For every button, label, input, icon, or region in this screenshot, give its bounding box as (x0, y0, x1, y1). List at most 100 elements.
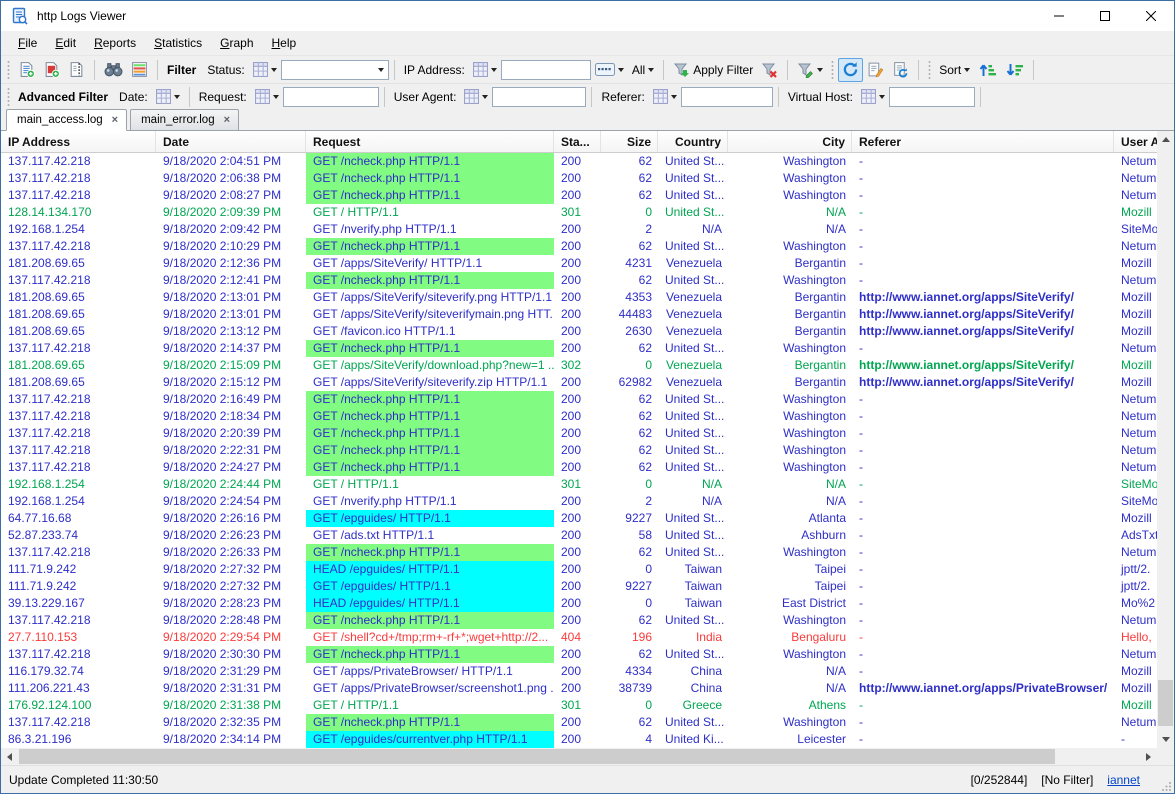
clear-filter-button[interactable] (757, 58, 782, 82)
minimize-button[interactable] (1036, 1, 1082, 31)
table-row[interactable]: 181.208.69.659/18/2020 2:13:01 PMGET /ap… (1, 289, 1157, 306)
table-row[interactable]: 181.208.69.659/18/2020 2:13:12 PMGET /fa… (1, 323, 1157, 340)
iannet-link[interactable]: iannet (1107, 773, 1140, 787)
scroll-down-arrow[interactable] (1157, 731, 1174, 748)
toolbar-grip[interactable] (830, 61, 835, 79)
ip-format-button[interactable] (591, 58, 628, 82)
column-header-city[interactable]: City (728, 131, 852, 152)
column-header-status[interactable]: Sta... (554, 131, 601, 152)
table-row[interactable]: 64.77.16.689/18/2020 2:26:16 PMGET /epgu… (1, 510, 1157, 527)
request-field-picker[interactable] (251, 85, 283, 109)
table-row[interactable]: 116.179.32.749/18/2020 2:31:29 PMGET /ap… (1, 663, 1157, 680)
open-log-button[interactable] (14, 58, 39, 82)
menu-reports[interactable]: Reports (85, 33, 145, 53)
table-row[interactable]: 27.7.110.1539/18/2020 2:29:54 PMGET /she… (1, 629, 1157, 646)
table-row[interactable]: 137.117.42.2189/18/2020 2:14:37 PMGET /n… (1, 340, 1157, 357)
ip-address-input[interactable] (501, 60, 591, 80)
scroll-left-arrow[interactable] (1, 748, 18, 765)
sort-descending-button[interactable] (1001, 58, 1028, 82)
table-row[interactable]: 137.117.42.2189/18/2020 2:10:29 PMGET /n… (1, 238, 1157, 255)
table-row[interactable]: 111.206.221.439/18/2020 2:31:31 PMGET /a… (1, 680, 1157, 697)
referer-input[interactable] (681, 87, 773, 107)
vertical-scrollbar[interactable] (1157, 131, 1174, 765)
open-zip-log-button[interactable] (64, 58, 89, 82)
date-field-picker[interactable] (152, 85, 184, 109)
request-input[interactable] (283, 87, 379, 107)
table-row[interactable]: 181.208.69.659/18/2020 2:15:09 PMGET /ap… (1, 357, 1157, 374)
referer-field-picker[interactable] (649, 85, 681, 109)
table-row[interactable]: 137.117.42.2189/18/2020 2:18:34 PMGET /n… (1, 408, 1157, 425)
table-row[interactable]: 137.117.42.2189/18/2020 2:16:49 PMGET /n… (1, 391, 1157, 408)
virtual-host-field-picker[interactable] (857, 85, 889, 109)
scroll-up-arrow[interactable] (1157, 131, 1174, 148)
column-header-ua[interactable]: User A (1114, 131, 1159, 152)
table-row[interactable]: 181.208.69.659/18/2020 2:13:01 PMGET /ap… (1, 306, 1157, 323)
table-row[interactable]: 137.117.42.2189/18/2020 2:30:30 PMGET /n… (1, 646, 1157, 663)
column-header-date[interactable]: Date (156, 131, 306, 152)
table-row[interactable]: 137.117.42.2189/18/2020 2:08:27 PMGET /n… (1, 187, 1157, 204)
table-row[interactable]: 137.117.42.2189/18/2020 2:04:51 PMGET /n… (1, 153, 1157, 170)
table-row[interactable]: 181.208.69.659/18/2020 2:12:36 PMGET /ap… (1, 255, 1157, 272)
table-row[interactable]: 52.87.233.749/18/2020 2:26:23 PMGET /ads… (1, 527, 1157, 544)
close-icon[interactable]: × (224, 115, 230, 126)
table-row[interactable]: 137.117.42.2189/18/2020 2:20:39 PMGET /n… (1, 425, 1157, 442)
table-row[interactable]: 137.117.42.2189/18/2020 2:12:41 PMGET /n… (1, 272, 1157, 289)
virtual-host-input[interactable] (889, 87, 975, 107)
auto-refresh-button[interactable] (838, 58, 863, 82)
table-row[interactable]: 192.168.1.2549/18/2020 2:09:42 PMGET /nv… (1, 221, 1157, 238)
column-header-size[interactable]: Size (601, 131, 658, 152)
toolbar-grip[interactable] (927, 61, 932, 79)
sort-ascending-button[interactable] (974, 58, 1001, 82)
vertical-scroll-thumb[interactable] (1158, 680, 1173, 726)
close-icon[interactable]: × (112, 115, 118, 126)
table-row[interactable]: 111.71.9.2429/18/2020 2:27:32 PMHEAD /ep… (1, 561, 1157, 578)
user-agent-input[interactable] (492, 87, 586, 107)
menu-graph[interactable]: Graph (211, 33, 262, 53)
table-row[interactable]: 137.117.42.2189/18/2020 2:06:38 PMGET /n… (1, 170, 1157, 187)
ip-field-picker[interactable] (469, 58, 501, 82)
menu-help[interactable]: Help (263, 33, 306, 53)
table-row[interactable]: 39.13.229.1679/18/2020 2:28:23 PMHEAD /e… (1, 595, 1157, 612)
close-button[interactable] (1128, 1, 1174, 31)
table-row[interactable]: 137.117.42.2189/18/2020 2:24:27 PMGET /n… (1, 459, 1157, 476)
menu-file[interactable]: File (9, 33, 46, 53)
table-row[interactable]: 137.117.42.2189/18/2020 2:32:35 PMGET /n… (1, 714, 1157, 731)
user-agent-field-picker[interactable] (460, 85, 492, 109)
edit-filter-button[interactable] (793, 58, 827, 82)
table-row[interactable]: 192.168.1.2549/18/2020 2:24:54 PMGET /nv… (1, 493, 1157, 510)
table-row[interactable]: 176.92.124.1009/18/2020 2:31:38 PMGET / … (1, 697, 1157, 714)
column-header-referer[interactable]: Referer (852, 131, 1114, 152)
table-row[interactable]: 181.208.69.659/18/2020 2:15:12 PMGET /ap… (1, 374, 1157, 391)
table-row[interactable]: 137.117.42.2189/18/2020 2:22:31 PMGET /n… (1, 442, 1157, 459)
open-error-log-button[interactable] (39, 58, 64, 82)
menu-statistics[interactable]: Statistics (145, 33, 211, 53)
tab-main-error-log[interactable]: main_error.log× (130, 109, 239, 130)
table-row[interactable]: 128.14.134.1709/18/2020 2:09:39 PMGET / … (1, 204, 1157, 221)
table-row[interactable]: 86.3.21.1969/18/2020 2:34:14 PMGET /epgu… (1, 731, 1157, 748)
column-header-request[interactable]: Request (306, 131, 554, 152)
horizontal-scrollbar[interactable] (1, 748, 1157, 765)
table-row[interactable]: 111.71.9.2429/18/2020 2:27:32 PMGET /epg… (1, 578, 1157, 595)
status-combobox[interactable] (281, 60, 389, 80)
scroll-right-arrow[interactable] (1140, 748, 1157, 765)
column-header-ip[interactable]: IP Address (1, 131, 156, 152)
table-row[interactable]: 192.168.1.2549/18/2020 2:24:44 PMGET / H… (1, 476, 1157, 493)
maximize-button[interactable] (1082, 1, 1128, 31)
status-field-picker[interactable] (249, 58, 281, 82)
toolbar-grip[interactable] (6, 88, 11, 106)
resize-grip-icon[interactable] (1162, 781, 1172, 791)
sort-dropdown[interactable]: Sort (935, 58, 974, 82)
toolbar-grip[interactable] (6, 61, 11, 79)
table-row[interactable]: 137.117.42.2189/18/2020 2:26:33 PMGET /n… (1, 544, 1157, 561)
column-header-country[interactable]: Country (658, 131, 728, 152)
all-dropdown[interactable]: All (628, 58, 658, 82)
table-row[interactable]: 137.117.42.2189/18/2020 2:28:48 PMGET /n… (1, 612, 1157, 629)
horizontal-scroll-thumb[interactable] (19, 749, 1055, 764)
tail-log-button[interactable] (863, 58, 888, 82)
tab-main-access-log[interactable]: main_access.log× (6, 109, 127, 131)
search-button[interactable] (100, 58, 127, 82)
apply-filter-button[interactable]: Apply Filter (669, 58, 757, 82)
highlight-settings-button[interactable] (127, 58, 152, 82)
reload-file-button[interactable] (888, 58, 913, 82)
menu-edit[interactable]: Edit (46, 33, 85, 53)
